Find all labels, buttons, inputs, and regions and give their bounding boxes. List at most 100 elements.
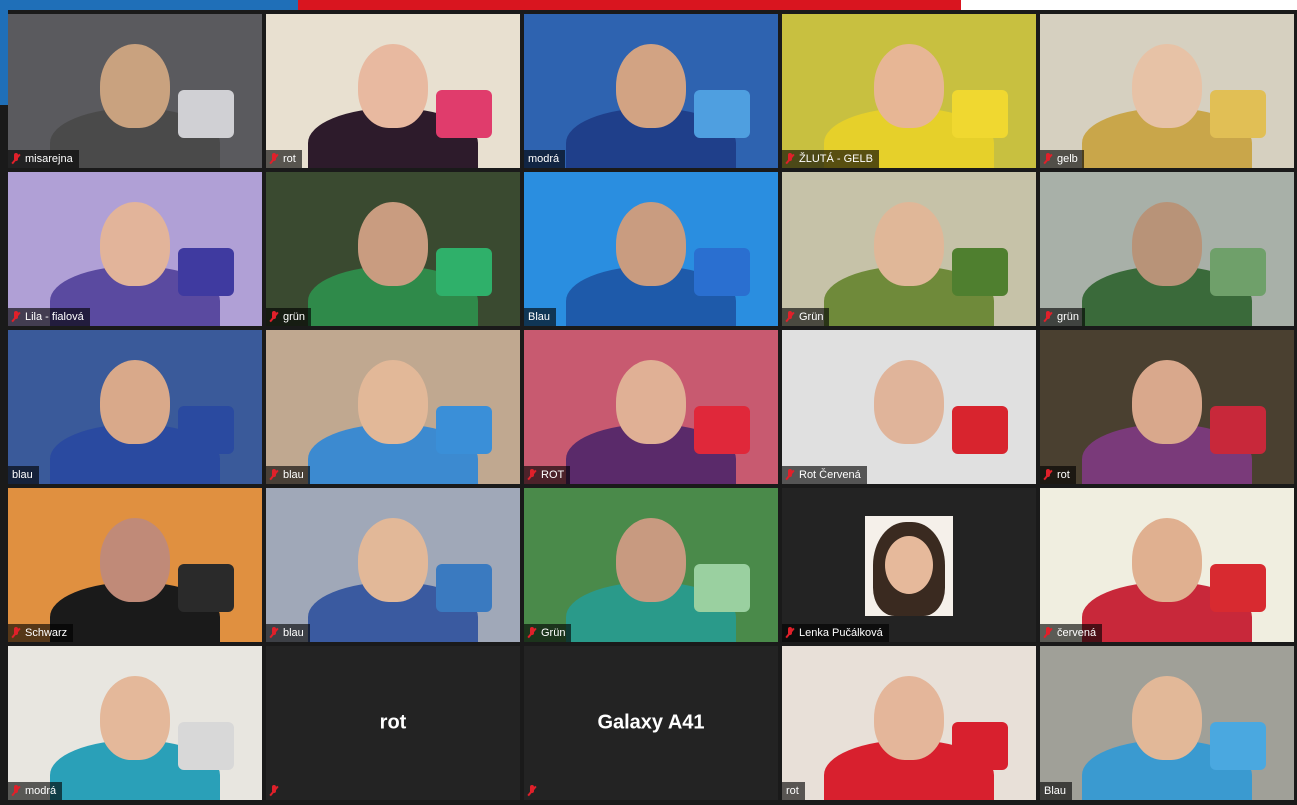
video-feed	[524, 14, 778, 168]
participant-tile[interactable]: gelb	[1040, 14, 1294, 168]
video-feed	[8, 488, 262, 642]
participant-face	[874, 676, 944, 760]
participant-tile[interactable]: Grün	[524, 488, 778, 642]
colored-prop	[1210, 406, 1266, 454]
mic-muted-icon	[527, 469, 537, 481]
mic-muted-icon	[269, 627, 279, 639]
colored-prop	[178, 564, 234, 612]
participant-tile[interactable]: ŽLUTÁ - GELB	[782, 14, 1036, 168]
participant-name-label: misarejna	[8, 150, 79, 168]
video-feed	[266, 488, 520, 642]
participant-tile[interactable]: misarejna	[8, 14, 262, 168]
participant-tile[interactable]: grün	[266, 172, 520, 326]
participant-face	[358, 44, 428, 128]
participant-name: gelb	[1057, 153, 1078, 165]
video-feed	[782, 14, 1036, 168]
participant-tile[interactable]: blau	[266, 488, 520, 642]
participant-tile[interactable]: ROT	[524, 330, 778, 484]
mic-muted-icon	[1043, 311, 1053, 323]
gallery-grid: misarejna rot modrá ŽLUTÁ - GELB gelb Lila - …	[8, 14, 1296, 804]
participant-name-label: ŽLUTÁ - GELB	[782, 150, 879, 168]
participant-tile[interactable]: rot	[782, 646, 1036, 800]
participant-name-label: Lenka Pučálková	[782, 624, 889, 642]
colored-prop	[436, 90, 492, 138]
participant-tile[interactable]: rot	[266, 646, 520, 800]
participant-face	[100, 360, 170, 444]
participant-tile[interactable]: modrá	[8, 646, 262, 800]
participant-name-label: Lila - fialová	[8, 308, 90, 326]
video-feed	[8, 172, 262, 326]
mic-muted-icon	[527, 627, 537, 639]
video-feed	[1040, 488, 1294, 642]
participant-face	[100, 518, 170, 602]
video-feed	[8, 330, 262, 484]
mic-muted-icon	[269, 469, 279, 481]
participant-name: rot	[1057, 469, 1070, 481]
participant-tile[interactable]: Rot Červená	[782, 330, 1036, 484]
participant-tile[interactable]: Galaxy A41	[524, 646, 778, 800]
mic-muted-icon	[785, 469, 795, 481]
colored-prop	[694, 90, 750, 138]
colored-prop	[952, 406, 1008, 454]
participant-name-label: gelb	[1040, 150, 1084, 168]
mic-muted-icon	[1043, 469, 1053, 481]
mic-muted-icon	[1043, 627, 1053, 639]
colored-prop	[694, 248, 750, 296]
mic-muted-icon	[11, 311, 21, 323]
video-feed	[524, 488, 778, 642]
video-feed	[1040, 646, 1294, 800]
video-feed	[782, 646, 1036, 800]
participant-face	[100, 44, 170, 128]
participant-tile[interactable]: Lenka Pučálková	[782, 488, 1036, 642]
participant-name-label: blau	[8, 466, 39, 484]
video-feed	[8, 646, 262, 800]
video-feed	[1040, 14, 1294, 168]
participant-face	[100, 676, 170, 760]
participant-tile[interactable]: blau	[266, 330, 520, 484]
colored-prop	[952, 90, 1008, 138]
colored-prop	[952, 722, 1008, 770]
participant-face	[1132, 360, 1202, 444]
window-top-bar	[0, 0, 1297, 10]
participant-face	[1132, 518, 1202, 602]
participant-tile[interactable]: rot	[266, 14, 520, 168]
colored-prop	[436, 248, 492, 296]
participant-face	[616, 202, 686, 286]
participant-name: blau	[283, 627, 304, 639]
participant-tile[interactable]: grün	[1040, 172, 1294, 326]
participant-face	[874, 44, 944, 128]
mic-muted-icon	[11, 627, 21, 639]
participant-name-label: rot	[782, 782, 805, 800]
participant-name-label: Schwarz	[8, 624, 74, 642]
colored-prop	[178, 90, 234, 138]
participant-tile[interactable]: modrá	[524, 14, 778, 168]
corner-accent	[0, 10, 8, 105]
video-feed	[266, 172, 520, 326]
colored-prop	[1210, 564, 1266, 612]
participant-name-label: blau	[266, 624, 310, 642]
participant-tile[interactable]: červená	[1040, 488, 1294, 642]
participant-name: misarejna	[25, 153, 73, 165]
participant-name-label: Blau	[1040, 782, 1073, 800]
mic-muted-icon	[1043, 153, 1053, 165]
video-feed	[266, 330, 520, 484]
participant-tile[interactable]: Blau	[524, 172, 778, 326]
video-feed	[782, 330, 1036, 484]
participant-tile[interactable]: Schwarz	[8, 488, 262, 642]
participant-name-label: grün	[1040, 308, 1086, 326]
participant-name: ŽLUTÁ - GELB	[799, 153, 873, 165]
participant-tile[interactable]: Lila - fialová	[8, 172, 262, 326]
participant-name: blau	[283, 469, 304, 481]
participant-name: modrá	[528, 153, 560, 165]
participant-tile[interactable]: blau	[8, 330, 262, 484]
colored-prop	[1210, 90, 1266, 138]
participant-name: rot	[283, 153, 296, 165]
colored-prop	[178, 722, 234, 770]
participant-tile[interactable]: Blau	[1040, 646, 1294, 800]
participant-name-label: modrá	[8, 782, 63, 800]
mic-muted-icon	[11, 153, 21, 165]
video-feed	[782, 488, 1036, 642]
participant-name: grün	[1057, 311, 1080, 323]
participant-tile[interactable]: Grün	[782, 172, 1036, 326]
participant-tile[interactable]: rot	[1040, 330, 1294, 484]
